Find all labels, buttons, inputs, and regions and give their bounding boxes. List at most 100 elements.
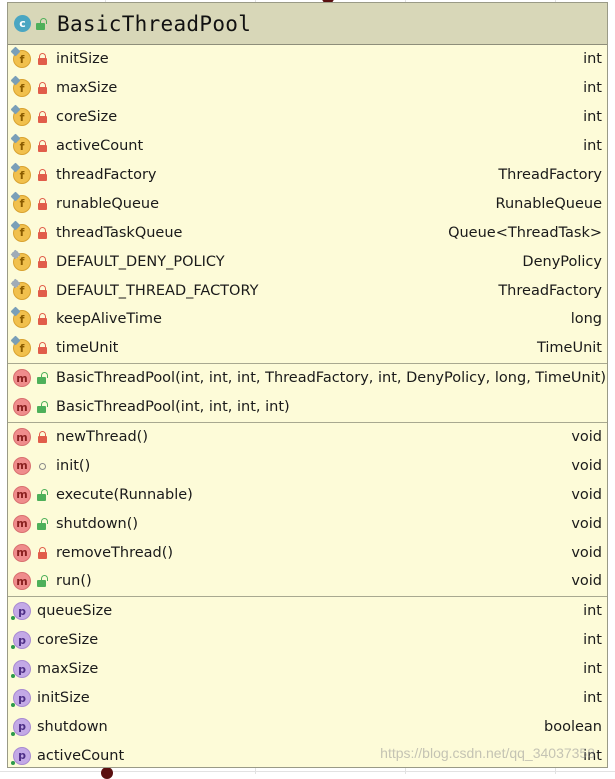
field-row[interactable]: f maxSize int (8, 74, 607, 103)
property-row[interactable]: p initSize int (8, 684, 607, 713)
property-type: int (583, 690, 602, 707)
method-type: void (571, 573, 602, 590)
final-pin-icon (10, 46, 21, 57)
property-row[interactable]: p shutdown boolean (8, 712, 607, 741)
field-icon: f (10, 104, 31, 127)
field-type: ThreadFactory (498, 167, 602, 183)
private-lock-icon (37, 342, 48, 355)
field-name: DEFAULT_THREAD_FACTORY (56, 282, 259, 299)
field-row[interactable]: f DEFAULT_DENY_POLICY DenyPolicy (8, 247, 607, 276)
field-row[interactable]: f threadFactory ThreadFactory (8, 161, 607, 190)
final-pin-icon (10, 104, 21, 115)
method-row[interactable]: m execute(Runnable) void (8, 480, 607, 509)
field-row[interactable]: f runableQueue RunableQueue (8, 189, 607, 218)
field-row[interactable]: f activeCount int (8, 132, 607, 161)
field-row[interactable]: f coreSize int (8, 103, 607, 132)
field-type: int (583, 138, 602, 155)
field-icon: f (10, 335, 31, 358)
property-name: activeCount (37, 747, 125, 764)
final-pin-icon (10, 220, 21, 231)
final-pin-icon (10, 75, 21, 86)
private-lock-icon (37, 82, 48, 95)
property-icon: p (11, 746, 31, 765)
property-type: int (583, 603, 602, 620)
constructor-name: BasicThreadPool(int, int, int, int) (56, 399, 290, 416)
method-name: removeThread() (56, 544, 174, 561)
field-type: ThreadFactory (498, 282, 602, 299)
method-type: void (571, 457, 602, 474)
private-lock-icon (37, 255, 48, 268)
field-icon: f (10, 133, 31, 156)
property-type: int (583, 661, 602, 678)
method-icon: m (13, 398, 31, 417)
field-row[interactable]: f DEFAULT_THREAD_FACTORY ThreadFactory (8, 276, 607, 305)
static-pin-icon (10, 278, 21, 289)
fields-section: f initSize int f maxSize int f coreSize int f acti… (8, 45, 607, 364)
property-name: initSize (37, 690, 90, 707)
method-icon: m (13, 514, 31, 533)
method-name: newThread() (56, 429, 148, 446)
private-lock-icon (37, 284, 48, 297)
private-lock-icon (37, 431, 48, 444)
static-pin-icon (10, 249, 21, 260)
final-pin-icon (10, 133, 21, 144)
field-icon: f (10, 46, 31, 69)
property-row[interactable]: p coreSize int (8, 626, 607, 655)
property-name: shutdown (37, 718, 108, 735)
method-row[interactable]: m run() void (8, 567, 607, 596)
properties-section: p queueSize int p coreSize int p maxSize int p ini… (8, 597, 607, 767)
field-type: DenyPolicy (522, 253, 602, 270)
field-icon: f (10, 278, 31, 300)
field-icon: f (10, 162, 31, 184)
method-name: init() (56, 457, 91, 474)
constructors-section: m BasicThreadPool(int, int, int, ThreadFa… (8, 364, 607, 423)
property-name: coreSize (37, 632, 99, 649)
method-row[interactable]: m shutdown() void (8, 509, 607, 538)
method-name: run() (56, 573, 92, 590)
private-lock-icon (37, 546, 48, 559)
field-row[interactable]: f keepAliveTime long (8, 305, 607, 334)
constructor-row[interactable]: m BasicThreadPool(int, int, int, ThreadFa… (8, 364, 607, 393)
method-name: shutdown() (56, 515, 139, 532)
field-icon: f (10, 191, 31, 213)
method-type: void (571, 429, 602, 446)
property-icon: p (11, 689, 31, 708)
final-pin-icon (10, 191, 21, 202)
field-row[interactable]: f timeUnit TimeUnit (8, 334, 607, 363)
public-unlock-icon (37, 488, 48, 501)
method-row[interactable]: m newThread() void (8, 423, 607, 452)
method-row[interactable]: m init() void (8, 451, 607, 480)
field-name: coreSize (56, 109, 118, 126)
property-name: maxSize (37, 661, 99, 678)
method-type: void (571, 544, 602, 561)
field-type: TimeUnit (536, 340, 602, 357)
property-row[interactable]: p maxSize int (8, 655, 607, 684)
field-type: RunableQueue (495, 195, 602, 212)
private-lock-icon (37, 226, 48, 239)
methods-section: m newThread() void m init() void m execute(Runn… (8, 423, 607, 597)
field-row[interactable]: f initSize int (8, 45, 607, 74)
property-icon: p (11, 717, 31, 736)
method-icon: m (13, 369, 31, 388)
private-lock-icon (37, 140, 48, 153)
final-pin-icon (10, 335, 21, 346)
field-name: maxSize (56, 80, 118, 97)
property-access-dot-icon (11, 731, 15, 736)
package-private-icon (37, 460, 48, 472)
public-unlock-icon (37, 401, 48, 414)
class-header[interactable]: c BasicThreadPool (8, 3, 607, 45)
field-row[interactable]: f threadTaskQueue Queue<ThreadTask> (8, 218, 607, 247)
field-icon: f (10, 249, 31, 271)
property-name: queueSize (37, 603, 113, 620)
property-row[interactable]: p queueSize int (8, 597, 607, 626)
public-unlock-icon (37, 372, 48, 385)
field-name: keepAliveTime (56, 311, 162, 328)
connector-dot (101, 767, 113, 779)
method-row[interactable]: m removeThread() void (8, 538, 607, 567)
field-icon: f (10, 220, 31, 242)
property-type: int (583, 632, 602, 649)
uml-class-box[interactable]: c BasicThreadPool f initSize int f maxSize in… (7, 2, 608, 768)
field-type: int (583, 80, 602, 97)
private-lock-icon (37, 111, 48, 124)
constructor-row[interactable]: m BasicThreadPool(int, int, int, int) (8, 393, 607, 422)
